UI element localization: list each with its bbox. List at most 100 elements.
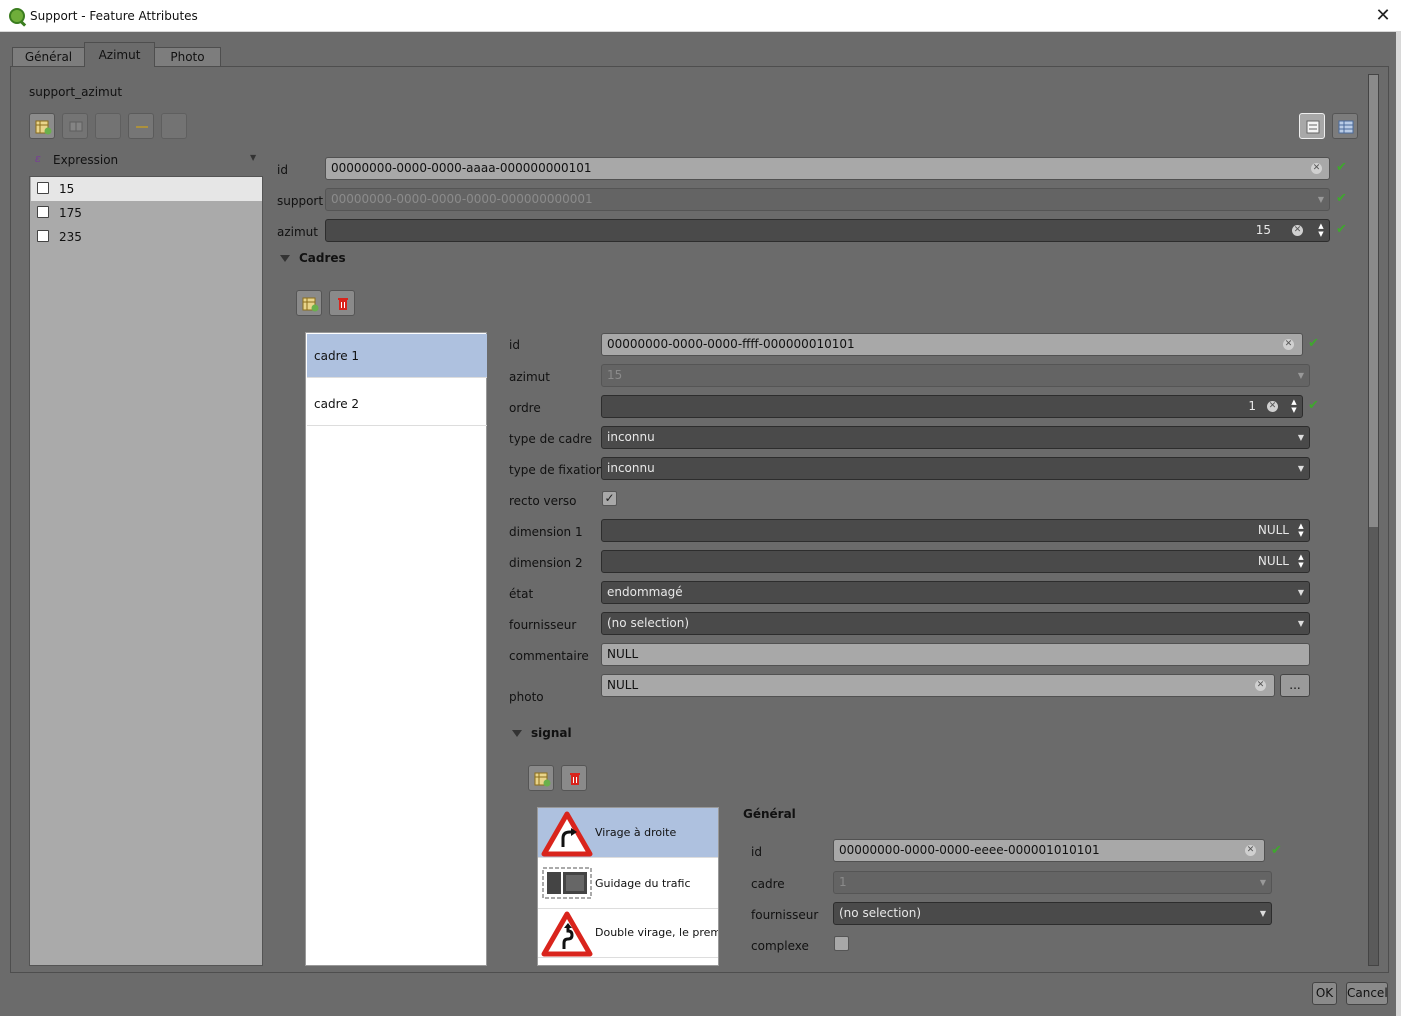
duplicate-feature-button[interactable] (62, 113, 88, 139)
clear-icon[interactable]: ✕ (1283, 339, 1294, 350)
browse-photo-button[interactable]: ... (1280, 674, 1310, 697)
section-title: support_azimut (29, 85, 123, 99)
add-feature-button[interactable] (29, 113, 55, 139)
spin-arrows-icon[interactable]: ▲ ▼ (1297, 553, 1305, 569)
list-item[interactable]: Double virage, le premier (538, 908, 718, 958)
list-item[interactable]: cadre 1 (307, 334, 487, 378)
more-actions-button[interactable] (161, 113, 187, 139)
table-view-button[interactable] (1332, 113, 1358, 139)
type-fixation-dropdown[interactable]: inconnu ▼ (601, 457, 1310, 480)
list-checkbox[interactable] (37, 230, 49, 242)
clear-icon[interactable]: ✕ (1245, 845, 1256, 856)
photo-value: NULL (607, 678, 639, 692)
chevron-down-icon: ▼ (1297, 433, 1304, 442)
list-checkbox[interactable] (37, 182, 49, 194)
list-item[interactable]: 175 (31, 201, 262, 225)
zoom-feature-button[interactable] (128, 113, 154, 139)
clear-icon[interactable]: ✕ (1311, 163, 1322, 174)
list-item[interactable]: Virage à droite (538, 808, 718, 858)
signal-id-value: 00000000-0000-0000-eeee-000001010101 (839, 843, 1100, 857)
list-item-label: 15 (59, 182, 75, 196)
dimension1-spinbox[interactable]: NULL ▲ ▼ (601, 519, 1310, 542)
chevron-down-icon: ▼ (1317, 195, 1324, 204)
fournisseur-dropdown[interactable]: (no selection) ▼ (601, 612, 1310, 635)
delete-cadre-button[interactable] (329, 290, 355, 316)
signal-fournisseur-dropdown[interactable]: (no selection) ▼ (833, 902, 1272, 925)
fournisseur-value: (no selection) (607, 616, 690, 630)
signal-label: Guidage du trafic (595, 877, 691, 890)
recto-verso-checkbox[interactable]: ✓ (602, 491, 617, 506)
valid-check-icon: ✔ (1308, 398, 1319, 413)
form-layer: support_azimut ε Expression ▼ 15 175 235 (0, 0, 1401, 1016)
clear-icon[interactable]: ✕ (1267, 401, 1278, 412)
list-item[interactable]: Guidage du trafic (538, 859, 718, 909)
valid-check-icon: ✔ (1336, 191, 1347, 206)
collapse-triangle-icon[interactable] (512, 730, 522, 737)
svg-text:ε: ε (35, 152, 41, 165)
support-dropdown[interactable]: 00000000-0000-0000-0000-000000000001 ▼ (325, 188, 1330, 211)
photo-field[interactable]: NULL ✕ (601, 674, 1275, 697)
id-field[interactable]: 00000000-0000-0000-aaaa-000000000101 ✕ (325, 157, 1330, 180)
chevron-down-icon: ▼ (1297, 464, 1304, 473)
etat-dropdown[interactable]: endommagé ▼ (601, 581, 1310, 604)
cadre-id-label: id (509, 338, 520, 352)
add-cadre-button[interactable] (296, 290, 322, 316)
form-view-button[interactable] (1299, 113, 1325, 139)
azimut-spinbox[interactable]: 15 ✕ ▲ ▼ (325, 219, 1330, 242)
spin-arrows-icon[interactable]: ▲ ▼ (1317, 222, 1325, 238)
dimension1-value: NULL (1257, 523, 1289, 537)
recto-verso-label: recto verso (509, 494, 577, 508)
valid-check-icon: ✔ (1271, 843, 1282, 858)
signal-cadre-value: 1 (839, 875, 847, 889)
list-item[interactable]: 15 (31, 177, 262, 201)
etat-value: endommagé (607, 585, 683, 599)
clear-icon[interactable]: ✕ (1255, 680, 1266, 691)
expression-dropdown[interactable]: ε Expression ▼ (29, 150, 263, 170)
valid-check-icon: ✔ (1336, 222, 1347, 237)
support-value: 00000000-0000-0000-0000-000000000001 (331, 192, 593, 206)
valid-check-icon: ✔ (1308, 336, 1319, 351)
add-signal-button[interactable] (528, 765, 554, 791)
clear-icon[interactable]: ✕ (1292, 225, 1303, 236)
cadre-azimut-dropdown[interactable]: 15 ▼ (601, 364, 1310, 387)
commentaire-label: commentaire (509, 649, 589, 663)
cadres-list: cadre 1 cadre 2 (305, 332, 487, 966)
azimut-value: 15 (1255, 223, 1271, 237)
cadres-section-title: Cadres (299, 251, 346, 265)
spin-arrows-icon[interactable]: ▲ ▼ (1297, 522, 1305, 538)
spin-arrows-icon[interactable]: ▲ ▼ (1290, 398, 1298, 414)
signal-fournisseur-value: (no selection) (839, 906, 922, 920)
cadre-id-field[interactable]: 00000000-0000-0000-ffff-000000010101 ✕ (601, 333, 1303, 356)
scrollbar-thumb[interactable] (1369, 75, 1378, 527)
complexe-label: complexe (751, 939, 809, 953)
cadre-azimut-label: azimut (509, 370, 550, 384)
chevron-down-icon: ▼ (1297, 619, 1304, 628)
azimut-label: azimut (277, 225, 318, 239)
right-curve-sign-icon (541, 811, 593, 857)
delete-signal-button[interactable] (561, 765, 587, 791)
dimension1-label: dimension 1 (509, 525, 583, 539)
commentaire-field[interactable]: NULL (601, 643, 1310, 666)
list-item[interactable]: 235 (31, 225, 262, 249)
etat-label: état (509, 587, 534, 601)
collapse-triangle-icon[interactable] (280, 255, 290, 262)
complexe-checkbox[interactable] (834, 936, 849, 951)
ordre-spinbox[interactable]: 1 ✕ ▲ ▼ (601, 395, 1303, 418)
type-cadre-dropdown[interactable]: inconnu ▼ (601, 426, 1310, 449)
type-fixation-value: inconnu (607, 461, 655, 475)
cancel-button[interactable]: Cancel (1346, 982, 1388, 1005)
type-cadre-label: type de cadre (509, 432, 593, 446)
support-label: support (277, 194, 324, 208)
ok-button[interactable]: OK (1312, 982, 1337, 1005)
dimension2-spinbox[interactable]: NULL ▲ ▼ (601, 550, 1310, 573)
list-item[interactable]: cadre 2 (307, 382, 487, 426)
chevron-down-icon: ▼ (1259, 909, 1266, 918)
signal-list: Virage à droite Guidage du trafic Double… (537, 807, 719, 966)
signal-id-field[interactable]: 00000000-0000-0000-eeee-000001010101 ✕ (833, 839, 1265, 862)
list-checkbox[interactable] (37, 206, 49, 218)
delete-feature-button[interactable] (95, 113, 121, 139)
ordre-value: 1 (1248, 399, 1256, 413)
cadre-azimut-value: 15 (607, 368, 623, 382)
signal-cadre-dropdown[interactable]: 1 ▼ (833, 871, 1272, 894)
valid-check-icon: ✔ (1336, 160, 1347, 175)
